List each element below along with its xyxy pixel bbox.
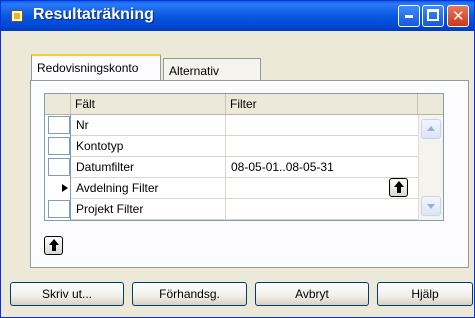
cell-falt[interactable]: Avdelning Filter bbox=[72, 178, 226, 199]
window-title: Resultaträkning bbox=[33, 6, 154, 23]
current-row-indicator-icon bbox=[62, 184, 68, 192]
arrow-up-stem bbox=[397, 187, 401, 193]
cell-filter[interactable] bbox=[227, 199, 418, 220]
tab-panel: Fält Filter Nr Kontotyp Datumfilter 08-0… bbox=[30, 80, 469, 268]
preview-button[interactable]: Förhandsg. bbox=[132, 282, 247, 306]
cell-falt[interactable]: Datumfilter bbox=[72, 157, 226, 178]
tab-alternativ[interactable]: Alternativ bbox=[163, 58, 261, 80]
column-header-falt[interactable]: Fält bbox=[71, 94, 226, 114]
row-selector[interactable] bbox=[45, 136, 71, 157]
table-row[interactable]: Kontotyp bbox=[45, 136, 418, 157]
table-row-current[interactable]: Avdelning Filter bbox=[45, 178, 418, 199]
table-row[interactable]: Nr bbox=[45, 115, 418, 136]
print-button[interactable]: Skriv ut... bbox=[10, 282, 124, 306]
select-all-header[interactable] bbox=[45, 94, 71, 114]
grid-header: Fält Filter bbox=[45, 94, 443, 115]
cell-falt[interactable]: Kontotyp bbox=[72, 136, 226, 157]
arrow-up-stem bbox=[52, 245, 56, 251]
scroll-up-button[interactable] bbox=[421, 119, 441, 139]
cell-filter[interactable] bbox=[227, 115, 418, 136]
filter-lookup-button[interactable] bbox=[389, 178, 408, 197]
vertical-scrollbar[interactable] bbox=[418, 115, 443, 220]
table-row[interactable]: Projekt Filter bbox=[45, 199, 418, 220]
row-selector-box bbox=[48, 116, 70, 134]
row-selector-box bbox=[48, 200, 70, 218]
close-button[interactable]: ✕ bbox=[447, 5, 469, 27]
minimize-icon bbox=[405, 15, 413, 18]
column-header-filter[interactable]: Filter bbox=[226, 94, 418, 114]
cell-filter[interactable] bbox=[227, 136, 418, 157]
chevron-up-icon bbox=[427, 126, 435, 131]
report-window: Resultaträkning ✕ Redovisningskonto Alte… bbox=[0, 0, 475, 318]
cell-falt[interactable]: Projekt Filter bbox=[72, 199, 226, 220]
help-button[interactable]: Hjälp bbox=[377, 282, 473, 306]
row-selector[interactable] bbox=[45, 115, 71, 136]
sort-up-button[interactable] bbox=[44, 236, 63, 255]
cell-filter[interactable]: 08-05-01..08-05-31 bbox=[227, 157, 418, 178]
scroll-down-button[interactable] bbox=[421, 196, 441, 216]
cell-falt[interactable]: Nr bbox=[72, 115, 226, 136]
filter-grid: Fält Filter Nr Kontotyp Datumfilter 08-0… bbox=[44, 93, 444, 221]
row-selector[interactable] bbox=[45, 157, 71, 178]
tab-redovisningskonto[interactable]: Redovisningskonto bbox=[31, 54, 161, 80]
row-selector[interactable] bbox=[45, 178, 71, 199]
row-selector-box bbox=[48, 137, 70, 155]
report-icon bbox=[11, 10, 23, 22]
cancel-button[interactable]: Avbryt bbox=[255, 282, 369, 306]
table-row[interactable]: Datumfilter 08-05-01..08-05-31 bbox=[45, 157, 418, 178]
row-selector-box bbox=[48, 158, 70, 176]
chevron-down-icon bbox=[427, 204, 435, 209]
row-selector[interactable] bbox=[45, 199, 71, 220]
minimize-button[interactable] bbox=[398, 5, 420, 27]
maximize-button[interactable] bbox=[422, 5, 444, 27]
maximize-icon bbox=[427, 9, 439, 21]
title-bar[interactable]: Resultaträkning ✕ bbox=[1, 1, 474, 31]
close-icon: ✕ bbox=[452, 7, 465, 25]
